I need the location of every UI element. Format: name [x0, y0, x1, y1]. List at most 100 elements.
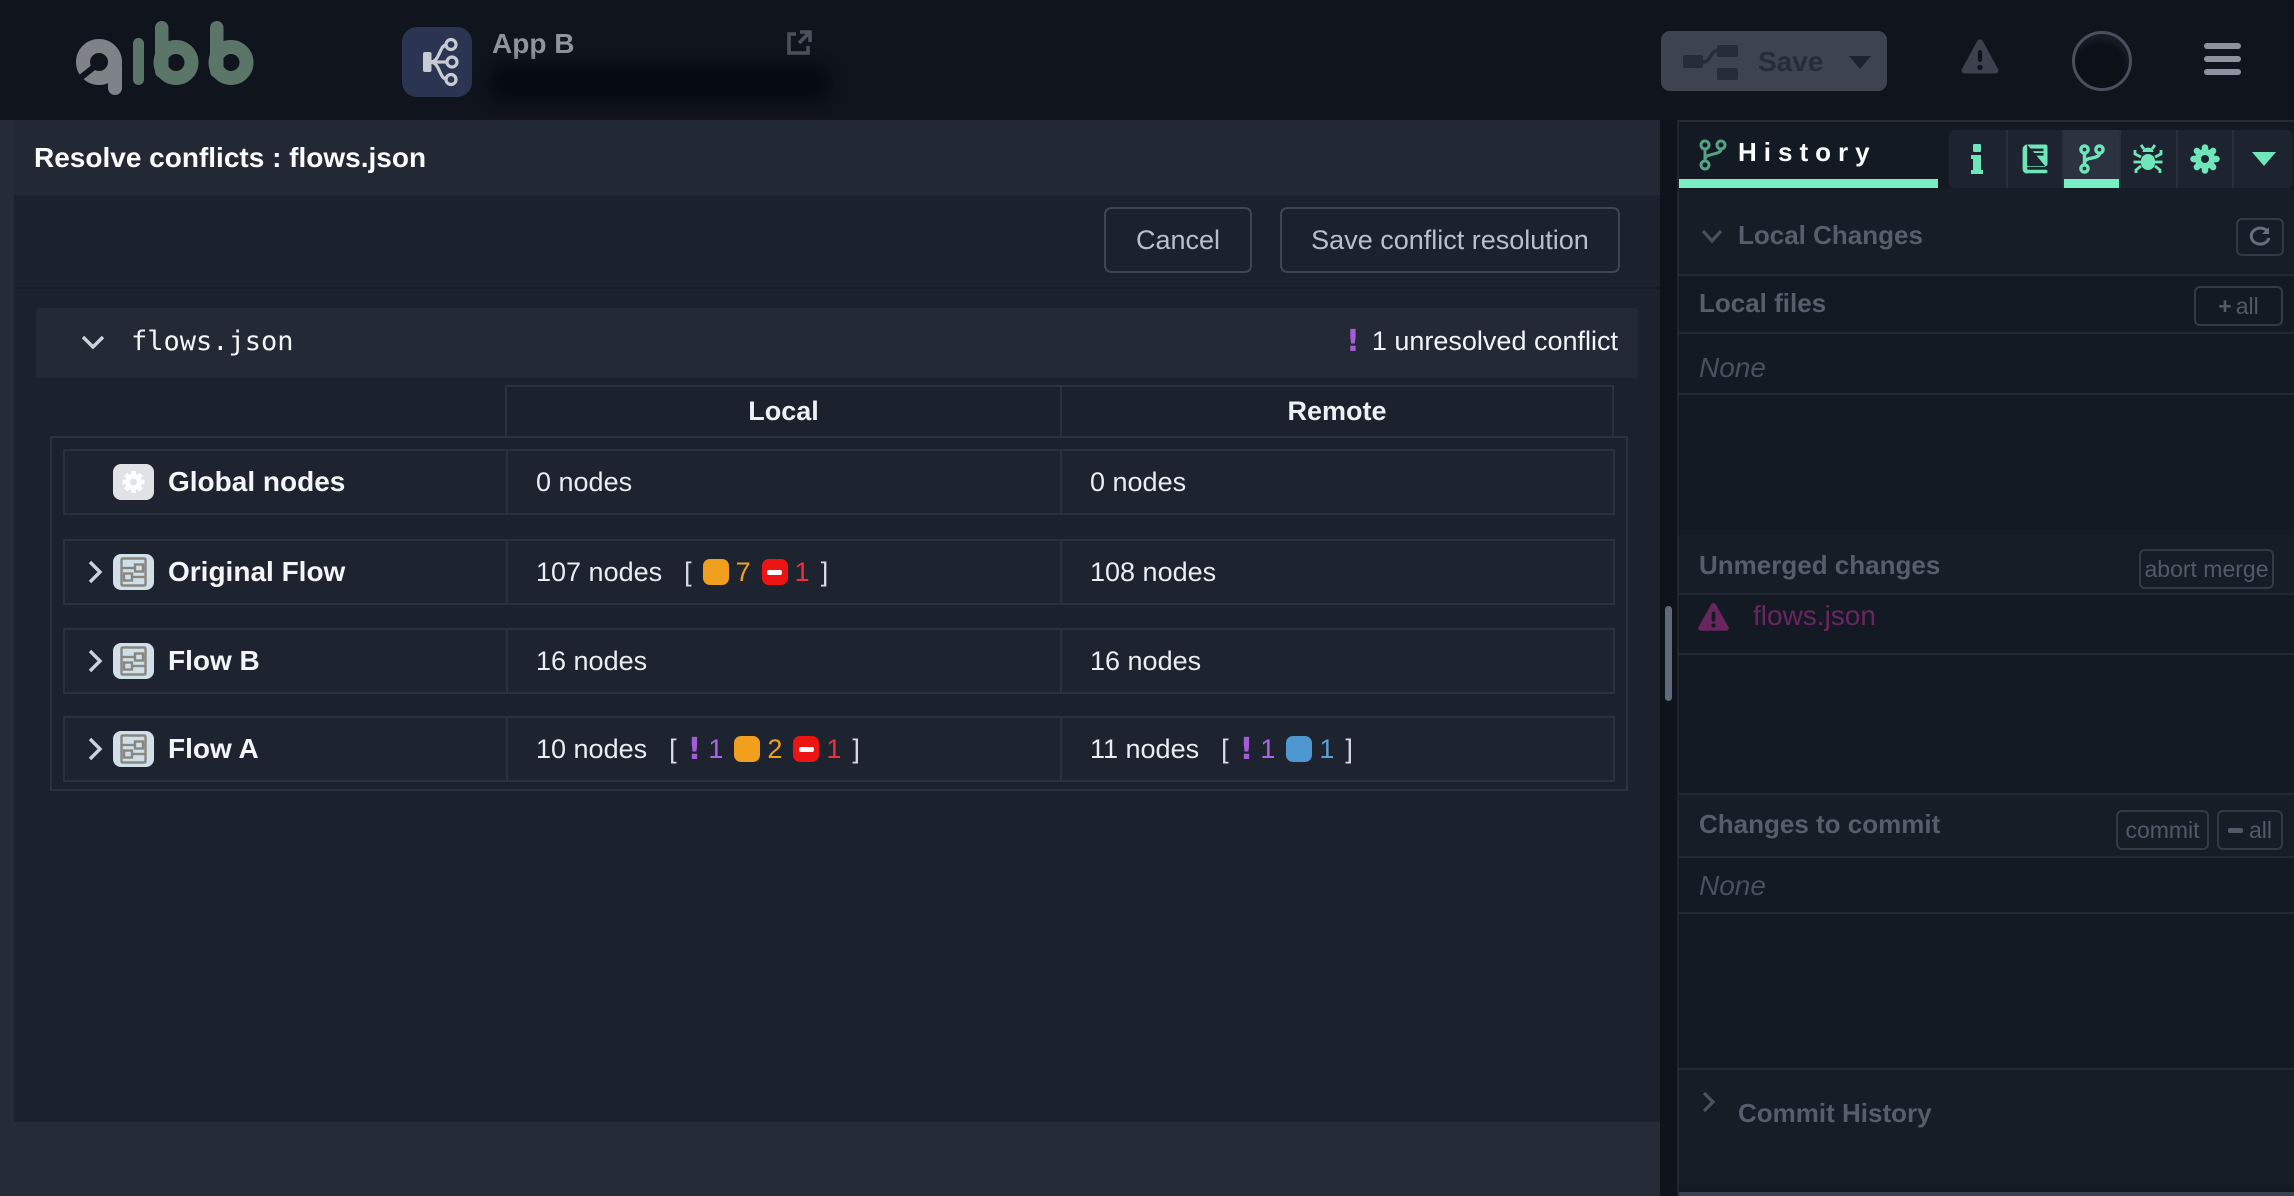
- merge-file-name: flows.json: [131, 326, 294, 357]
- chevron-right-icon[interactable]: [85, 648, 105, 674]
- user-avatar[interactable]: [2072, 31, 2132, 91]
- tab-history-git[interactable]: [2062, 130, 2119, 188]
- remote-cell: 108 nodes: [1060, 541, 1613, 603]
- plus-icon: +: [2218, 293, 2231, 320]
- local-cell: 16 nodes: [506, 630, 1060, 692]
- app-subtitle-redacted: [488, 64, 830, 102]
- merge-row-flow-b[interactable]: Flow B 16 nodes 16 nodes: [63, 628, 1615, 694]
- chevron-right-icon[interactable]: [1700, 1090, 1716, 1114]
- tab-debug-bug[interactable]: [2119, 130, 2176, 188]
- divider: [1679, 332, 2294, 334]
- local-files-title: Local files: [1699, 288, 1826, 319]
- add-all-label: all: [2236, 293, 2259, 320]
- tab-settings-gear[interactable]: [2176, 130, 2233, 188]
- tab-info[interactable]: [1949, 130, 2006, 188]
- file-warning-icon: [1697, 602, 1730, 631]
- deploy-node-icon: [1683, 43, 1745, 81]
- bracket-open: [: [1221, 734, 1229, 765]
- cancel-button[interactable]: Cancel: [1104, 207, 1252, 273]
- chevron-down-icon[interactable]: [80, 332, 106, 352]
- conflict-exclamation-icon: !: [1346, 324, 1360, 359]
- column-headers: Local Remote: [505, 385, 1614, 436]
- open-in-new-window-icon[interactable]: [786, 29, 812, 56]
- app-icon[interactable]: [402, 27, 472, 97]
- dialog-button-row: Cancel Save conflict resolution: [14, 195, 1660, 289]
- merge-row-flow-a[interactable]: Flow A 10 nodes [ ! 1 2 1 ] 11 nodes: [63, 716, 1615, 782]
- section-local-changes[interactable]: Local Changes: [1679, 188, 2294, 274]
- active-tab-underline: [1679, 179, 1938, 188]
- sidebar: History: [1677, 120, 2294, 1196]
- deleted-count: 1: [795, 557, 810, 588]
- remote-node-count: 16 nodes: [1090, 646, 1201, 677]
- sidebar-bottom-border: [1679, 1192, 2294, 1196]
- tab-help-book[interactable]: [2006, 130, 2063, 188]
- added-count: 1: [1319, 734, 1334, 765]
- remove-all-button[interactable]: all: [2217, 810, 2283, 850]
- merge-row-original-flow[interactable]: Original Flow 107 nodes [ 7 1 ] 108 node…: [63, 539, 1615, 605]
- minus-icon: [2228, 828, 2243, 833]
- to-commit-title: Changes to commit: [1699, 809, 1940, 840]
- unmerged-file-name: flows.json: [1753, 600, 1876, 632]
- deploy-save-button[interactable]: Save: [1661, 31, 1887, 91]
- local-node-count: 10 nodes: [536, 734, 647, 765]
- divider: [1679, 274, 2294, 276]
- header-warning-icon[interactable]: [1960, 38, 2000, 74]
- sidebar-tab-toolbar: [1949, 130, 2293, 188]
- row-label-cell: Global nodes: [65, 451, 506, 513]
- remove-all-label: all: [2249, 817, 2272, 844]
- merge-file-header[interactable]: flows.json ! 1 unresolved conflict: [36, 308, 1638, 378]
- conflict-count: 1: [1260, 734, 1275, 765]
- remote-node-count: 108 nodes: [1090, 557, 1216, 588]
- sidebar-header: History: [1679, 122, 2294, 188]
- remote-node-count: 11 nodes: [1090, 734, 1199, 765]
- row-label-cell: Original Flow: [65, 541, 506, 603]
- column-header-local: Local: [507, 387, 1060, 436]
- git-branch-icon: [1698, 139, 1728, 171]
- sidebar-tab-title: History: [1738, 137, 1877, 168]
- bracket-open: [: [684, 557, 692, 588]
- bracket-open: [: [669, 734, 677, 765]
- add-all-button[interactable]: + all: [2194, 286, 2283, 326]
- tab-overflow-caret[interactable]: [2232, 130, 2293, 188]
- deleted-badge-icon: [762, 559, 788, 585]
- changed-badge-icon: [734, 736, 760, 762]
- deleted-count: 1: [826, 734, 841, 765]
- divider: [1679, 393, 2294, 395]
- app-header: App B Save: [0, 0, 2294, 120]
- workspace-footer: [0, 1122, 1660, 1196]
- conflict-exclamation-icon: !: [688, 732, 702, 767]
- added-badge-icon: [1286, 736, 1312, 762]
- local-cell: 107 nodes [ 7 1 ]: [506, 541, 1060, 603]
- abort-merge-button[interactable]: abort merge: [2139, 549, 2274, 589]
- refresh-button[interactable]: [2236, 218, 2284, 256]
- row-label: Original Flow: [168, 556, 345, 588]
- qibb-logo: [74, 20, 264, 102]
- save-conflict-resolution-button[interactable]: Save conflict resolution: [1280, 207, 1620, 273]
- row-label-cell: Flow A: [65, 718, 506, 780]
- chevron-right-icon[interactable]: [85, 736, 105, 762]
- column-header-remote: Remote: [1060, 387, 1612, 436]
- global-nodes-gear-icon: [113, 464, 154, 500]
- chevron-right-icon[interactable]: [85, 559, 105, 585]
- local-cell: 0 nodes: [506, 451, 1060, 513]
- workspace-left-gutter: [0, 120, 14, 1122]
- main-menu-icon[interactable]: [2204, 43, 2241, 75]
- abort-merge-label: abort merge: [2144, 556, 2268, 583]
- sidebar-separator[interactable]: [1660, 120, 1677, 1196]
- commit-history-title: Commit History: [1738, 1098, 1932, 1129]
- changed-count: 7: [736, 557, 751, 588]
- remote-node-count: 0 nodes: [1090, 467, 1186, 498]
- commit-button[interactable]: commit: [2116, 810, 2209, 850]
- unmerged-file-row[interactable]: flows.json: [1697, 600, 1876, 632]
- deploy-caret-icon[interactable]: [1849, 56, 1871, 69]
- conflict-exclamation-icon: !: [1240, 732, 1254, 767]
- scrollbar-thumb[interactable]: [1665, 606, 1672, 701]
- divider: [1679, 912, 2294, 914]
- divider: [1679, 593, 2294, 595]
- bracket-close: ]: [821, 557, 829, 588]
- changed-count: 2: [767, 734, 782, 765]
- local-cell: 10 nodes [ ! 1 2 1 ]: [506, 718, 1060, 780]
- unmerged-title: Unmerged changes: [1699, 550, 1940, 581]
- row-label: Flow A: [168, 733, 259, 765]
- local-node-count: 16 nodes: [536, 646, 647, 677]
